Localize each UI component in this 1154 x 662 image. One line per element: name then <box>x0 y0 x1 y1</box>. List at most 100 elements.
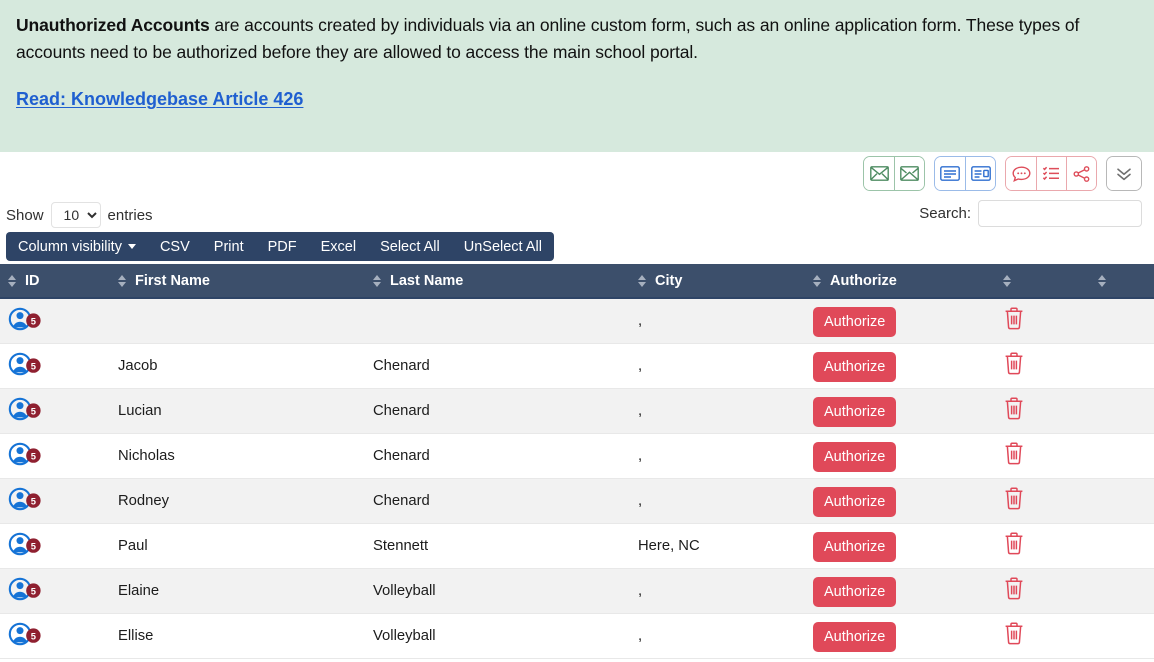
column-header-city[interactable]: City <box>630 264 805 299</box>
cell-extra <box>1090 343 1154 389</box>
banner-paragraph: Unauthorized Accounts are accounts creat… <box>16 12 1138 65</box>
card-text-icon[interactable] <box>935 157 965 190</box>
column-header-delete[interactable] <box>995 264 1090 299</box>
column-header-first-name[interactable]: First Name <box>110 264 365 299</box>
print-button[interactable]: Print <box>202 232 256 261</box>
authorize-button[interactable]: Authorize <box>813 621 897 652</box>
authorize-button[interactable]: Authorize <box>813 396 897 427</box>
card-id-icon[interactable] <box>965 157 995 190</box>
column-header-extra[interactable] <box>1090 264 1154 299</box>
sort-arrows-icon <box>118 274 126 287</box>
action-icon-group <box>1005 156 1097 191</box>
share-icon[interactable] <box>1066 157 1096 190</box>
user-avatar-badge[interactable]: 5 <box>8 442 42 466</box>
svg-text:5: 5 <box>31 405 36 416</box>
user-avatar-badge[interactable]: 5 <box>8 487 42 511</box>
cell-last-name: Volleyball <box>365 613 630 659</box>
search-input[interactable] <box>978 200 1142 227</box>
cell-first-name: Paul <box>110 523 365 569</box>
user-avatar-badge[interactable]: 5 <box>8 397 42 421</box>
authorize-button[interactable]: Authorize <box>813 441 897 472</box>
user-avatar-icon: 5 <box>8 532 41 555</box>
sort-arrows-icon <box>373 274 381 287</box>
table-controls: Search: Show 10 entries Column visibilit… <box>0 152 1154 264</box>
table-body: 5 , Authorize 5 Jacob Chenard , Authoriz… <box>0 298 1154 659</box>
cell-first-name: Nicholas <box>110 433 365 479</box>
trash-icon <box>1005 397 1023 420</box>
user-avatar-icon: 5 <box>8 352 41 375</box>
cell-last-name: Stennett <box>365 523 630 569</box>
delete-row-button[interactable] <box>1003 351 1025 376</box>
cell-first-name: Jacob <box>110 343 365 389</box>
cell-id: 5 <box>0 523 110 569</box>
delete-row-button[interactable] <box>1003 441 1025 466</box>
delete-row-button[interactable] <box>1003 306 1025 331</box>
authorize-button[interactable]: Authorize <box>813 576 897 607</box>
table-header-row: ID First Name Last Name City Authorize <box>0 264 1154 299</box>
delete-row-button[interactable] <box>1003 621 1025 646</box>
table-row: 5 Rodney Chenard , Authorize <box>0 478 1154 524</box>
comment-icon[interactable] <box>1006 157 1036 190</box>
delete-row-button[interactable] <box>1003 486 1025 511</box>
column-header-id[interactable]: ID <box>0 264 110 299</box>
delete-row-button[interactable] <box>1003 531 1025 556</box>
trash-icon <box>1005 442 1023 465</box>
authorize-button[interactable]: Authorize <box>813 351 897 382</box>
excel-export-button[interactable]: Excel <box>309 232 368 261</box>
user-avatar-icon: 5 <box>8 577 41 600</box>
table-action-button-bar: Column visibility CSV Print PDF Excel Se… <box>6 232 554 261</box>
column-header-last-name[interactable]: Last Name <box>365 264 630 299</box>
cell-first-name: Rodney <box>110 478 365 524</box>
envelope-icon[interactable] <box>864 157 894 190</box>
user-avatar-badge[interactable]: 5 <box>8 307 42 331</box>
select-all-button[interactable]: Select All <box>368 232 452 261</box>
column-visibility-button[interactable]: Column visibility <box>6 232 148 261</box>
unselect-all-button[interactable]: UnSelect All <box>452 232 554 261</box>
envelope-open-icon[interactable] <box>894 157 924 190</box>
authorize-button[interactable]: Authorize <box>813 531 897 562</box>
cell-authorize: Authorize <box>805 388 995 434</box>
cell-id: 5 <box>0 298 110 344</box>
chevron-double-down-icon[interactable] <box>1107 157 1141 190</box>
cell-extra <box>1090 523 1154 569</box>
pdf-export-button[interactable]: PDF <box>256 232 309 261</box>
cell-delete <box>995 613 1090 659</box>
authorize-button[interactable]: Authorize <box>813 306 897 337</box>
user-avatar-badge[interactable]: 5 <box>8 352 42 376</box>
column-header-last-name-label: Last Name <box>390 272 464 289</box>
delete-row-button[interactable] <box>1003 396 1025 421</box>
cell-city: , <box>630 613 805 659</box>
cell-extra <box>1090 298 1154 344</box>
table-row: 5 , Authorize <box>0 298 1154 344</box>
show-entries-prefix: Show <box>6 206 44 224</box>
cell-first-name <box>110 298 365 344</box>
user-avatar-badge[interactable]: 5 <box>8 577 42 601</box>
mail-icon-group <box>863 156 925 191</box>
cell-authorize: Authorize <box>805 433 995 479</box>
csv-export-button[interactable]: CSV <box>148 232 202 261</box>
authorize-button[interactable]: Authorize <box>813 486 897 517</box>
user-avatar-badge[interactable]: 5 <box>8 532 42 556</box>
cell-delete <box>995 523 1090 569</box>
cell-id: 5 <box>0 478 110 524</box>
show-entries-control: Show 10 entries <box>6 202 153 228</box>
cell-city: , <box>630 433 805 479</box>
knowledgebase-article-link[interactable]: Read: Knowledgebase Article 426 <box>16 89 303 109</box>
delete-row-button[interactable] <box>1003 576 1025 601</box>
column-visibility-label: Column visibility <box>18 238 122 255</box>
user-avatar-badge[interactable]: 5 <box>8 622 42 646</box>
cell-last-name: Chenard <box>365 388 630 434</box>
cell-authorize: Authorize <box>805 343 995 389</box>
expand-icon-group <box>1106 156 1142 191</box>
icon-toolbar <box>863 156 1142 191</box>
cell-extra <box>1090 568 1154 614</box>
svg-text:5: 5 <box>31 630 36 641</box>
list-check-icon[interactable] <box>1036 157 1066 190</box>
column-header-authorize[interactable]: Authorize <box>805 264 995 299</box>
table-row: 5 Nicholas Chenard , Authorize <box>0 433 1154 479</box>
cell-authorize: Authorize <box>805 523 995 569</box>
cell-delete <box>995 343 1090 389</box>
entries-per-page-select[interactable]: 10 <box>50 202 101 228</box>
search-area: Search: <box>919 200 1142 227</box>
column-header-id-label: ID <box>25 272 40 289</box>
